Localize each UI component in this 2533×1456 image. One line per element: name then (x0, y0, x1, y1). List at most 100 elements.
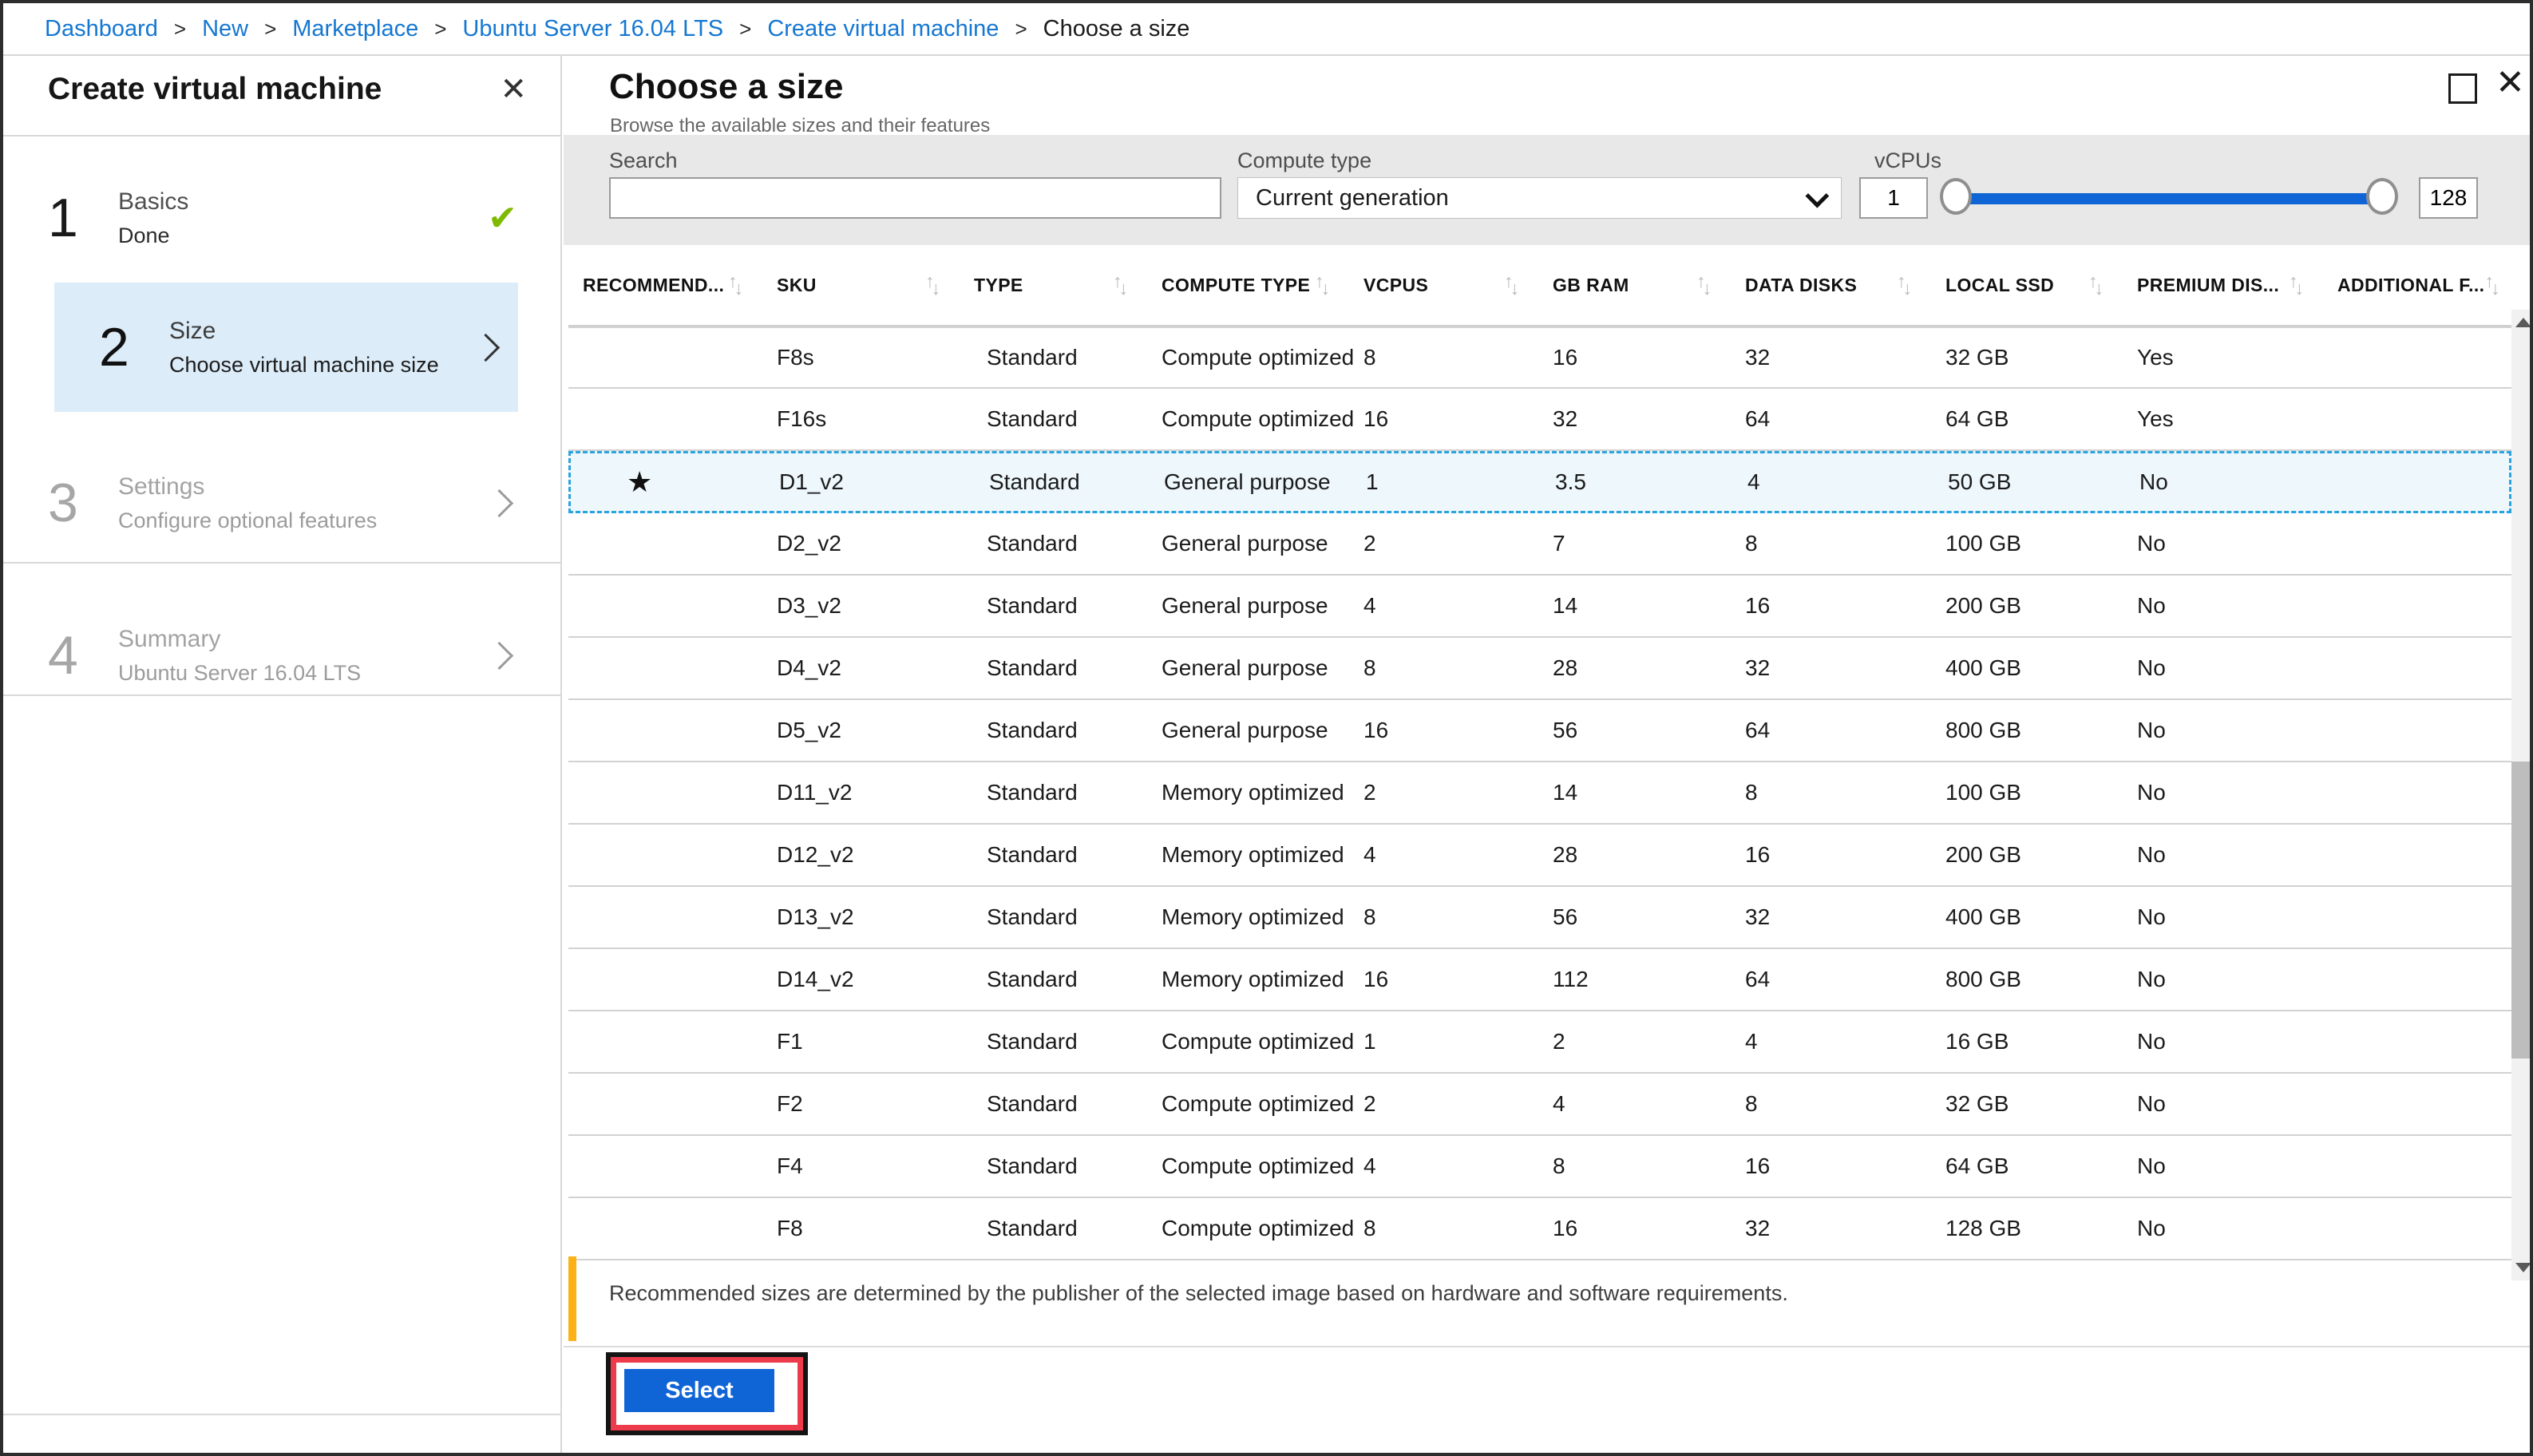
vcpus-min-input[interactable] (1859, 177, 1928, 219)
cell-sku: D11_v2 (777, 780, 853, 805)
cell-compute_type: General purpose (1162, 718, 1328, 742)
scroll-up-icon[interactable] (2515, 318, 2530, 327)
cell-premium_disk: No (2139, 469, 2168, 494)
step-number: 2 (99, 317, 129, 378)
breadcrumb-item[interactable]: Ubuntu Server 16.04 LTS (462, 16, 723, 42)
cell-compute_type: General purpose (1164, 469, 1331, 494)
step-size[interactable]: 2 Size Choose virtual machine size (54, 283, 518, 412)
table-row[interactable]: D14_v2 Standard Memory optimized 16 112 64 800… (568, 949, 2511, 1011)
step-sublabel: Configure optional features (118, 508, 378, 532)
breadcrumb-item: Choose a size (1043, 15, 1190, 42)
cell-compute_type: Compute optimized (1162, 345, 1355, 370)
cell-vcpus: 8 (1363, 655, 1376, 680)
table-row[interactable]: D2_v2 Standard General purpose 2 7 8 100 GB No (568, 513, 2511, 576)
table-row[interactable]: D5_v2 Standard General purpose 16 56 64 800 GB… (568, 700, 2511, 762)
breadcrumb-item[interactable]: Marketplace (292, 16, 418, 42)
cell-data_disks: 16 (1745, 593, 1771, 618)
cell-gb_ram: 28 (1553, 842, 1578, 867)
vcpus-slider-handle-min[interactable] (1940, 178, 1972, 215)
cell-data_disks: 4 (1745, 1029, 1758, 1054)
table-row[interactable]: D11_v2 Standard Memory optimized 2 14 8 100 GB… (568, 762, 2511, 825)
column-header-sku[interactable]: SKU ↑↓ (777, 275, 974, 296)
note-accent-bar (568, 1256, 576, 1341)
cell-data_disks: 16 (1745, 842, 1771, 867)
table-row[interactable]: D12_v2 Standard Memory optimized 4 28 16 200 G… (568, 825, 2511, 887)
breadcrumb-separator: > (264, 16, 277, 41)
column-header-additional[interactable]: ADDITIONAL F... ↑↓ (2337, 275, 2511, 296)
breadcrumb-separator: > (434, 16, 447, 41)
select-button[interactable]: Select (624, 1369, 774, 1412)
cell-gb_ram: 14 (1553, 780, 1578, 805)
cell-type: Standard (987, 593, 1078, 618)
cell-type: Standard (987, 1153, 1078, 1178)
column-header-compute_type[interactable]: COMPUTE TYPE ↑↓ (1162, 275, 1363, 296)
cell-sku: D13_v2 (777, 904, 854, 929)
table-row[interactable]: F1 Standard Compute optimized 1 2 4 16 GB No (568, 1011, 2511, 1074)
cell-premium_disk: No (2137, 780, 2166, 805)
sort-icon: ↑↓ (1897, 275, 1912, 296)
cell-data_disks: 8 (1745, 531, 1758, 556)
sort-down-arrow: ↓ (1320, 277, 1331, 296)
compute-type-dropdown[interactable]: Current generation (1237, 177, 1842, 219)
search-input[interactable] (609, 177, 1221, 219)
column-label: VCPUS (1363, 274, 1429, 295)
column-header-premium_disk[interactable]: PREMIUM DIS... ↑↓ (2137, 275, 2337, 296)
step-label: Basics (118, 188, 189, 215)
column-header-local_ssd[interactable]: LOCAL SSD ↑↓ (1945, 275, 2137, 296)
vcpus-slider-handle-max[interactable] (2366, 178, 2398, 215)
column-label: GB RAM (1553, 274, 1629, 295)
divider (3, 135, 560, 136)
vcpus-max-input[interactable]: 128 (2419, 177, 2478, 219)
cell-vcpus: 8 (1363, 1216, 1376, 1240)
table-row[interactable]: F4 Standard Compute optimized 4 8 16 64 GB No (568, 1136, 2511, 1198)
cell-sku: F16s (777, 406, 827, 431)
column-label: ADDITIONAL F... (2337, 274, 2485, 295)
table-row[interactable]: F2 Standard Compute optimized 2 4 8 32 GB No (568, 1074, 2511, 1136)
table-row[interactable]: F8s Standard Compute optimized 8 16 32 32 GB Ye… (568, 326, 2511, 389)
column-header-type[interactable]: TYPE ↑↓ (974, 275, 1162, 296)
table-row[interactable]: ★ D1_v2 Standard General purpose 1 3.5 4 50 GB N… (568, 451, 2511, 513)
cell-data_disks: 8 (1745, 1091, 1758, 1116)
table-row[interactable]: D4_v2 Standard General purpose 8 28 32 400 GB N… (568, 638, 2511, 700)
cell-type: Standard (987, 1029, 1078, 1054)
sort-down-arrow: ↓ (2294, 277, 2305, 296)
cell-local_ssd: 128 GB (1945, 1216, 2021, 1240)
breadcrumb-item[interactable]: Create virtual machine (767, 16, 999, 42)
breadcrumb-item[interactable]: Dashboard (45, 16, 158, 42)
column-header-vcpus[interactable]: VCPUS ↑↓ (1363, 275, 1553, 296)
close-icon[interactable]: ✕ (2495, 65, 2525, 101)
table-row[interactable]: F16s Standard Compute optimized 16 32 64 64 GB… (568, 389, 2511, 451)
table-row[interactable]: D3_v2 Standard General purpose 4 14 16 200 GB N… (568, 576, 2511, 638)
cell-gb_ram: 32 (1553, 406, 1578, 431)
step-number: 1 (48, 188, 78, 248)
column-header-recommended[interactable]: RECOMMEND... ↑↓ (583, 275, 777, 296)
cell-data_disks: 32 (1745, 655, 1771, 680)
scroll-down-icon[interactable] (2515, 1263, 2530, 1272)
cell-local_ssd: 100 GB (1945, 780, 2021, 805)
cell-sku: F8 (777, 1216, 803, 1240)
close-icon[interactable]: ✕ (500, 73, 527, 105)
cell-compute_type: Memory optimized (1162, 842, 1344, 867)
maximize-icon[interactable] (2448, 73, 2477, 104)
step-basics[interactable]: 1 Basics Done ✔ (48, 174, 532, 262)
cell-vcpus: 8 (1363, 345, 1376, 370)
breadcrumb-item[interactable]: New (202, 16, 248, 42)
vertical-scrollbar (2511, 310, 2530, 1280)
table-row[interactable]: D13_v2 Standard Memory optimized 8 56 32 400 G… (568, 887, 2511, 949)
cell-compute_type: Memory optimized (1162, 967, 1344, 991)
cell-compute_type: Compute optimized (1162, 1029, 1355, 1054)
annotation-highlight: Select (606, 1352, 808, 1435)
cell-local_ssd: 16 GB (1945, 1029, 2009, 1054)
scrollbar-thumb[interactable] (2511, 762, 2530, 1058)
sort-icon: ↑↓ (925, 275, 940, 296)
cell-data_disks: 64 (1745, 406, 1771, 431)
cell-gb_ram: 16 (1553, 1216, 1578, 1240)
cell-sku: F8s (777, 345, 814, 370)
table-row[interactable]: F8 Standard Compute optimized 8 16 32 128 GB No (568, 1198, 2511, 1260)
column-header-data_disks[interactable]: DATA DISKS ↑↓ (1745, 275, 1945, 296)
cell-compute_type: Memory optimized (1162, 780, 1344, 805)
column-header-gb_ram[interactable]: GB RAM ↑↓ (1553, 275, 1745, 296)
cell-data_disks: 32 (1745, 345, 1771, 370)
cell-premium_disk: No (2137, 842, 2166, 867)
cell-gb_ram: 8 (1553, 1153, 1565, 1178)
